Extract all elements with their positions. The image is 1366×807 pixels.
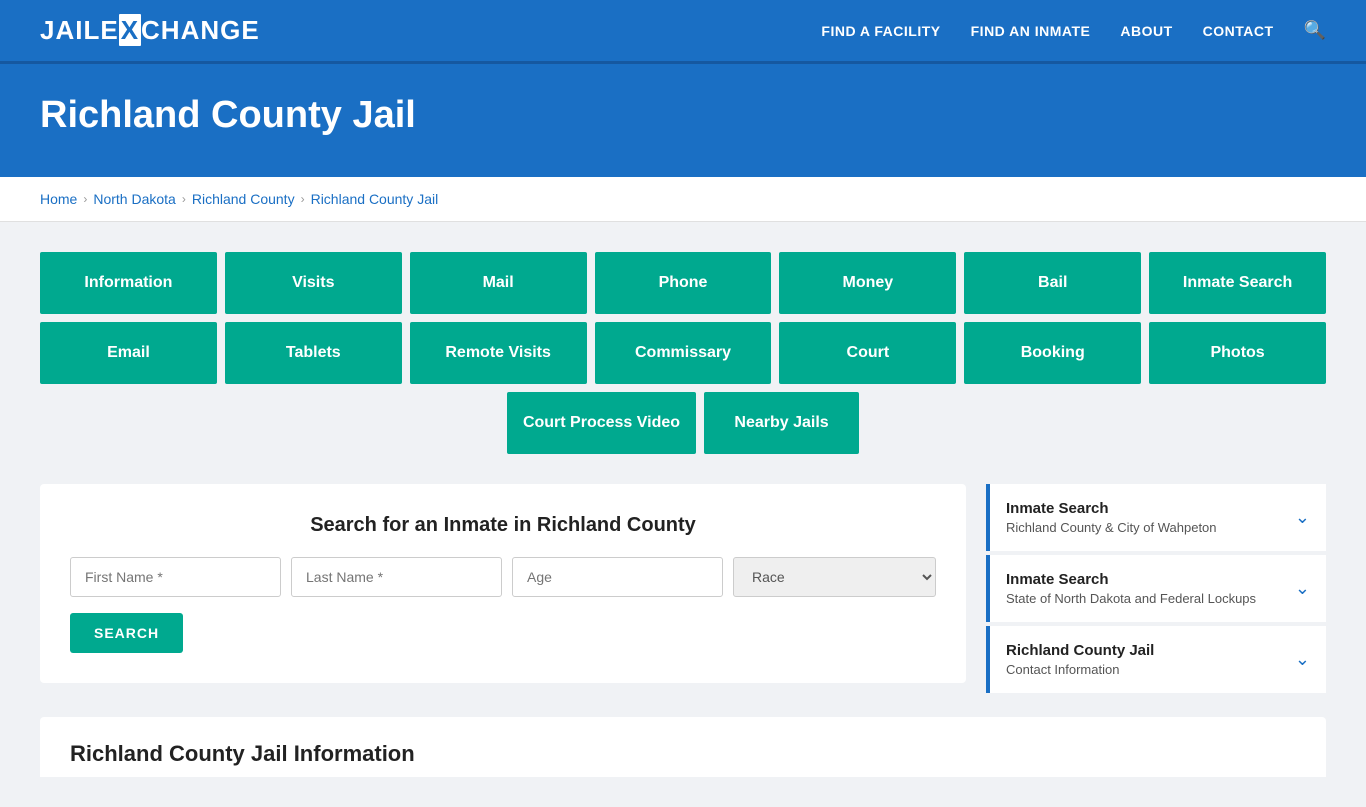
accordion-title-3: Richland County Jail — [1006, 642, 1154, 659]
sidebar: Inmate Search Richland County & City of … — [986, 484, 1326, 697]
chevron-down-icon-2: ⌄ — [1295, 578, 1310, 599]
inmate-search-box: Search for an Inmate in Richland County … — [40, 484, 966, 683]
tile-mail[interactable]: Mail — [410, 252, 587, 314]
chevron-down-icon-3: ⌄ — [1295, 649, 1310, 670]
tile-money[interactable]: Money — [779, 252, 956, 314]
accordion-text-3: Richland County Jail Contact Information — [1006, 642, 1154, 677]
breadcrumb-bar: Home › North Dakota › Richland County › … — [0, 177, 1366, 222]
accordion-item-2[interactable]: Inmate Search State of North Dakota and … — [986, 555, 1326, 622]
accordion-subtitle-2: State of North Dakota and Federal Lockup… — [1006, 591, 1256, 606]
chevron-down-icon-1: ⌄ — [1295, 507, 1310, 528]
tile-nearby-jails[interactable]: Nearby Jails — [704, 392, 859, 454]
nav-contact[interactable]: CONTACT — [1203, 23, 1274, 39]
accordion-title-1: Inmate Search — [1006, 500, 1217, 517]
accordion-subtitle-1: Richland County & City of Wahpeton — [1006, 520, 1217, 535]
nav-find-inmate[interactable]: FIND AN INMATE — [971, 23, 1091, 39]
breadcrumb-north-dakota[interactable]: North Dakota — [93, 191, 175, 207]
tile-booking[interactable]: Booking — [964, 322, 1141, 384]
tile-grid: Information Visits Mail Phone Money Bail… — [40, 252, 1326, 454]
page-title: Richland County Jail — [40, 94, 1326, 137]
tile-row-1: Information Visits Mail Phone Money Bail… — [40, 252, 1326, 314]
breadcrumb-home[interactable]: Home — [40, 191, 77, 207]
accordion-subtitle-3: Contact Information — [1006, 662, 1154, 677]
age-input[interactable] — [512, 557, 723, 597]
breadcrumb-sep-3: › — [301, 192, 305, 206]
search-icon[interactable]: 🔍 — [1304, 20, 1326, 41]
tile-photos[interactable]: Photos — [1149, 322, 1326, 384]
accordion-item-1[interactable]: Inmate Search Richland County & City of … — [986, 484, 1326, 551]
breadcrumb-richland-county[interactable]: Richland County — [192, 191, 295, 207]
tile-tablets[interactable]: Tablets — [225, 322, 402, 384]
breadcrumb-sep-2: › — [182, 192, 186, 206]
accordion-text-1: Inmate Search Richland County & City of … — [1006, 500, 1217, 535]
tile-court[interactable]: Court — [779, 322, 956, 384]
tile-row-3: Court Process Video Nearby Jails — [40, 392, 1326, 454]
nav-about[interactable]: ABOUT — [1120, 23, 1172, 39]
last-name-input[interactable] — [291, 557, 502, 597]
search-form-row-1: Race White Black Hispanic Asian Other — [70, 557, 936, 597]
accordion-title-2: Inmate Search — [1006, 571, 1256, 588]
tile-email[interactable]: Email — [40, 322, 217, 384]
tile-information[interactable]: Information — [40, 252, 217, 314]
first-name-input[interactable] — [70, 557, 281, 597]
nav-find-facility[interactable]: FIND A FACILITY — [821, 23, 940, 39]
tile-visits[interactable]: Visits — [225, 252, 402, 314]
breadcrumb-current: Richland County Jail — [311, 191, 439, 207]
site-logo[interactable]: JAILEXCHANGE — [40, 15, 260, 46]
main-content: Information Visits Mail Phone Money Bail… — [0, 222, 1366, 807]
accordion-item-3[interactable]: Richland County Jail Contact Information… — [986, 626, 1326, 693]
nav-links: FIND A FACILITY FIND AN INMATE ABOUT CON… — [821, 20, 1326, 41]
tile-commissary[interactable]: Commissary — [595, 322, 772, 384]
search-button[interactable]: SEARCH — [70, 613, 183, 653]
tile-phone[interactable]: Phone — [595, 252, 772, 314]
section-title: Richland County Jail Information — [40, 717, 1326, 777]
tile-bail[interactable]: Bail — [964, 252, 1141, 314]
accordion-text-2: Inmate Search State of North Dakota and … — [1006, 571, 1256, 606]
hero-section: Richland County Jail — [0, 64, 1366, 177]
tile-row-2: Email Tablets Remote Visits Commissary C… — [40, 322, 1326, 384]
navbar: JAILEXCHANGE FIND A FACILITY FIND AN INM… — [0, 0, 1366, 64]
tile-inmate-search[interactable]: Inmate Search — [1149, 252, 1326, 314]
tile-remote-visits[interactable]: Remote Visits — [410, 322, 587, 384]
two-col-layout: Search for an Inmate in Richland County … — [40, 484, 1326, 697]
race-select[interactable]: Race White Black Hispanic Asian Other — [733, 557, 936, 597]
breadcrumb-sep-1: › — [83, 192, 87, 206]
search-title: Search for an Inmate in Richland County — [70, 514, 936, 537]
tile-court-process-video[interactable]: Court Process Video — [507, 392, 696, 454]
breadcrumb: Home › North Dakota › Richland County › … — [40, 191, 1326, 207]
